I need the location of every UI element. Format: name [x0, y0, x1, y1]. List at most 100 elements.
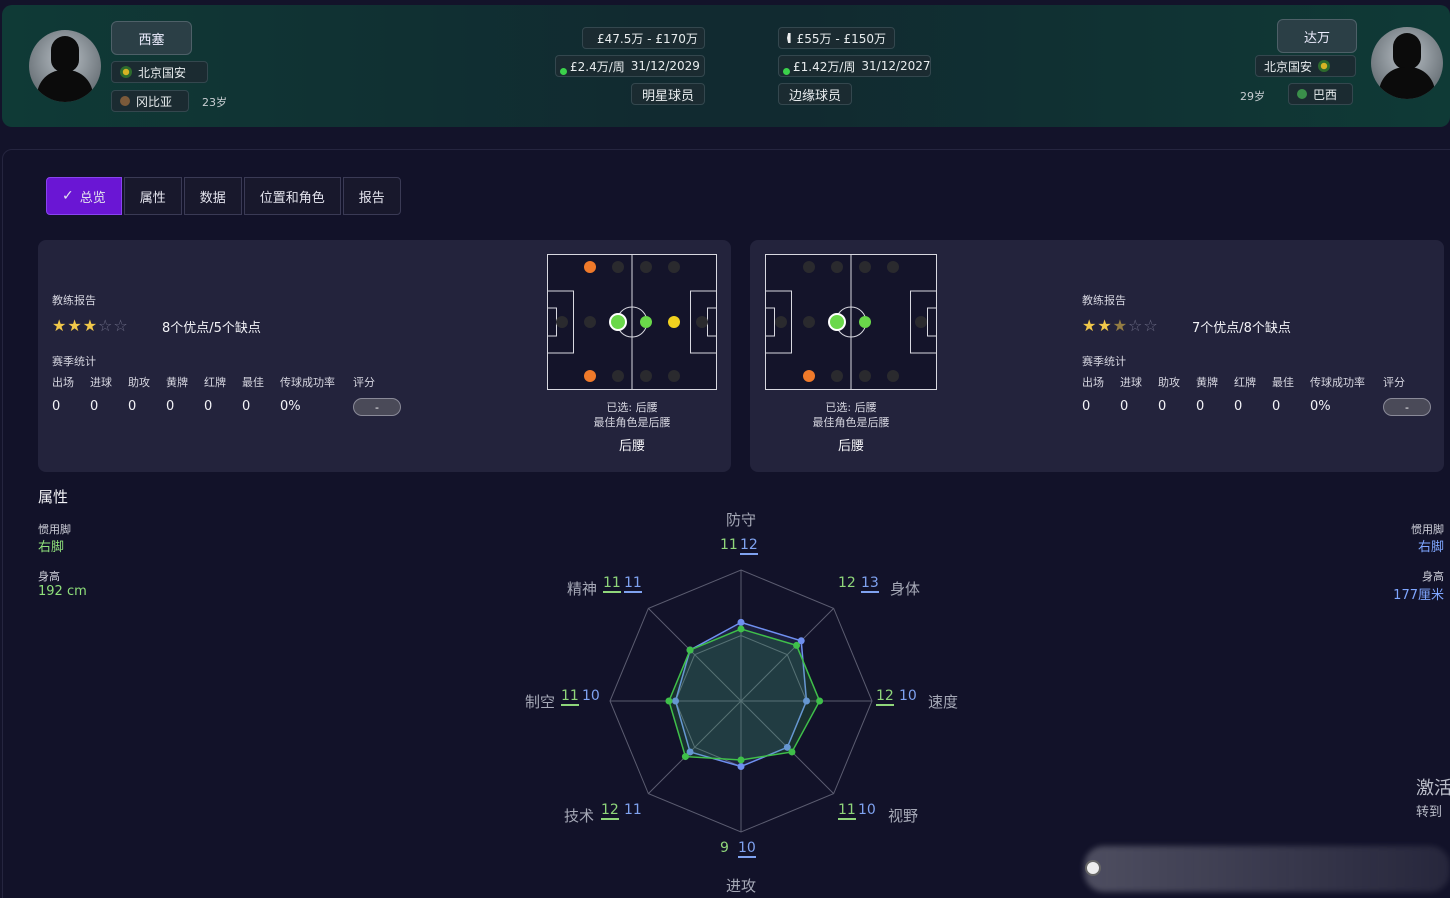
activation-watermark-title: 激活: [1416, 778, 1450, 799]
right-player-wage: £1.42万/周: [793, 59, 856, 74]
left-series-point: [665, 697, 673, 705]
radar-left-value: 11: [603, 575, 621, 593]
stat-header: 助攻: [1158, 376, 1180, 389]
tab-attributes[interactable]: 属性: [123, 177, 182, 215]
role-name[interactable]: 后腰: [765, 435, 937, 454]
left-player-wage: £2.4万/周: [570, 59, 625, 74]
left-height-label: 身高: [38, 570, 60, 583]
radar-left-value: 12: [601, 802, 619, 820]
pros-cons: 7个优点/8个缺点: [1192, 321, 1291, 336]
radar-axis-label: 制空: [525, 693, 556, 711]
tab-stats[interactable]: 数据: [183, 177, 242, 215]
radar-left-value: 12: [838, 575, 856, 591]
left-preferred-foot: 右脚: [38, 540, 65, 555]
stat-value: 0: [204, 399, 213, 414]
right-height-label: 身高: [1422, 570, 1444, 583]
radar-left-value: 12: [876, 688, 894, 706]
left-series-point: [737, 625, 745, 633]
coach-report-label: 教练报告: [1082, 294, 1126, 307]
club-badge-icon: [1318, 60, 1331, 72]
stat-header: 传球成功率: [280, 376, 335, 389]
football-icon[interactable]: [1085, 860, 1101, 876]
star-half-icon: ★: [1112, 316, 1129, 335]
rating-badge: -: [353, 398, 401, 416]
selected-position: 已选: 后腰: [606, 401, 658, 414]
stat-header: 进球: [1120, 376, 1142, 389]
right-player-value: £55万 - £150万: [796, 31, 886, 46]
tab-positions-roles[interactable]: 位置和角色: [243, 177, 341, 215]
left-player-contract-end: 31/12/2029: [630, 59, 700, 73]
left-preferred-foot-label: 惯用脚: [38, 523, 71, 536]
nation-flag-icon: [1297, 89, 1307, 99]
right-player-age: 29岁: [1240, 90, 1265, 103]
left-player-nation-chip[interactable]: 冈比亚: [111, 90, 189, 112]
attributes-title: 属性: [38, 488, 69, 506]
role-name[interactable]: 后腰: [547, 435, 717, 454]
left-player-avatar[interactable]: [29, 30, 101, 102]
price-tag-icon: [787, 33, 791, 43]
left-player-nationality: 冈比亚: [136, 94, 173, 109]
radar-axis-label: 技术: [564, 807, 595, 825]
stat-value: 0%: [280, 399, 301, 414]
right-player-value-chip: £55万 - £150万: [778, 27, 895, 49]
stat-value: 0: [242, 399, 251, 414]
stat-header: 最佳: [1272, 376, 1294, 389]
best-role: 最佳角色是后腰: [593, 416, 671, 429]
stat-value: 0: [1272, 399, 1281, 414]
radar-axis-label: 视野: [888, 807, 919, 825]
stat-header: 红牌: [1234, 376, 1256, 389]
stat-header: 黄牌: [166, 376, 188, 389]
check-icon: ✓: [62, 188, 74, 204]
blurred-taskbar: [1084, 846, 1450, 892]
stat-header: 进球: [90, 376, 112, 389]
stat-header: 出场: [52, 376, 74, 389]
tab-overview-label: 总览: [79, 190, 106, 206]
radar-left-value: 11: [838, 802, 856, 820]
right-preferred-foot-label: 惯用脚: [1411, 523, 1444, 536]
radar-right-value: 12: [740, 537, 758, 555]
coach-rating-stars: ★★★☆☆: [52, 316, 129, 335]
left-player-name-button[interactable]: 西塞: [111, 21, 192, 55]
radar-left-value: 9: [720, 840, 729, 856]
player-compare-header: 西塞 北京国安 冈比亚 23岁 £47.5万 - £170万 £2.4万/周 3…: [2, 5, 1450, 127]
left-series-point: [793, 641, 801, 649]
right-player-club-chip[interactable]: 北京国安: [1255, 55, 1356, 77]
left-position-pitch: [547, 254, 717, 390]
stat-header: 最佳: [242, 376, 264, 389]
left-player-value: £47.5万 - £170万: [597, 31, 698, 46]
tab-overview[interactable]: ✓ 总览: [46, 177, 122, 215]
left-series-point: [788, 748, 796, 756]
stat-value: 0: [1196, 399, 1205, 414]
right-player-nation-chip[interactable]: 巴西: [1288, 83, 1353, 105]
right-height: 177厘米: [1393, 588, 1444, 603]
pros-cons: 8个优点/5个缺点: [162, 321, 261, 336]
left-series-point: [737, 756, 745, 764]
star-icon: ★★★: [52, 316, 99, 335]
right-player-status: 边缘球员: [778, 83, 852, 105]
radar-right-value: 10: [738, 840, 756, 858]
left-player-contract-chip: £2.4万/周 31/12/2029: [555, 55, 705, 77]
tab-reports[interactable]: 报告: [342, 177, 401, 215]
radar-axis-label: 进攻: [726, 877, 757, 895]
stat-value: 0: [1234, 399, 1243, 414]
star-empty-icon: ☆☆: [98, 316, 129, 335]
right-position-pitch: [765, 254, 937, 390]
stat-value: 0: [1120, 399, 1129, 414]
right-player-name-button[interactable]: 达万: [1277, 19, 1357, 53]
left-series-point: [816, 697, 824, 705]
radar-left-value: 11: [561, 688, 579, 706]
left-player-club-chip[interactable]: 北京国安: [111, 61, 208, 83]
right-player-avatar[interactable]: [1371, 27, 1443, 99]
right-player-contract-end: 31/12/2027: [861, 59, 931, 73]
nation-flag-icon: [120, 96, 130, 106]
right-series-point: [737, 763, 745, 770]
rating-badge: -: [1383, 398, 1431, 416]
left-height: 192 cm: [38, 584, 87, 599]
season-stats-label: 赛季统计: [1082, 355, 1126, 368]
right-player-contract-chip: £1.42万/周 31/12/2027: [778, 55, 931, 77]
left-series-point: [686, 646, 694, 654]
right-preferred-foot: 右脚: [1417, 540, 1444, 555]
attribute-radar-chart: [609, 569, 873, 833]
right-player-nationality: 巴西: [1313, 87, 1338, 102]
right-player-overview-card: 已选: 后腰 最佳角色是后腰 后腰 教练报告 ★★★☆☆ 7个优点/8个缺点 赛…: [750, 240, 1444, 472]
